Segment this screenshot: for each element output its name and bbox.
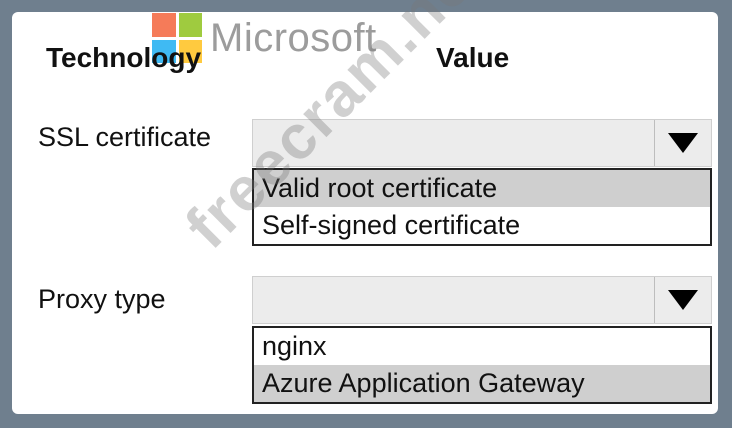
option-valid-root-certificate[interactable]: Valid root certificate — [254, 170, 710, 207]
proxy-type-options: nginx Azure Application Gateway — [252, 326, 712, 404]
answer-area-panel: Microsoft Technology Value SSL certifica… — [12, 0, 718, 414]
ssl-certificate-select[interactable] — [252, 119, 712, 167]
technology-header: Technology — [46, 42, 202, 73]
ssl-certificate-dropdown-button[interactable] — [654, 120, 711, 166]
ssl-certificate-options: Valid root certificate Self-signed certi… — [252, 168, 712, 246]
option-nginx[interactable]: nginx — [254, 328, 710, 365]
ssl-certificate-label: SSL certificate — [38, 122, 212, 152]
option-self-signed-certificate[interactable]: Self-signed certificate — [254, 207, 710, 244]
chevron-down-icon — [668, 290, 698, 310]
proxy-type-dropdown-button[interactable] — [654, 277, 711, 323]
chevron-down-icon — [668, 133, 698, 153]
proxy-type-label: Proxy type — [38, 284, 166, 314]
option-azure-application-gateway[interactable]: Azure Application Gateway — [254, 365, 710, 402]
proxy-type-select[interactable] — [252, 276, 712, 324]
value-header: Value — [436, 42, 510, 73]
logo-text: Microsoft — [210, 15, 377, 60]
